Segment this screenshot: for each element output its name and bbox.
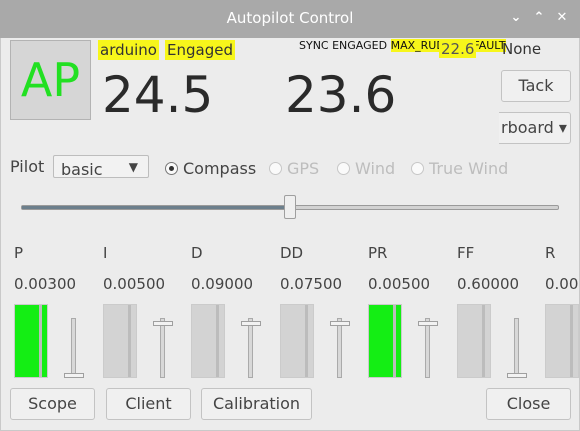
- gain-i-slider-handle[interactable]: [153, 321, 173, 326]
- gain-pr-gauge-mark: [393, 305, 396, 377]
- radio-gps: GPS: [269, 159, 319, 178]
- radio-circle-icon: [337, 162, 350, 175]
- radio-circle-icon: [269, 162, 282, 175]
- gain-pr-gauge: [368, 304, 402, 378]
- gain-d-gauge-mark: [216, 305, 219, 377]
- servo-status: arduino: [98, 40, 159, 60]
- dropdown-arrow-icon: ▼: [128, 160, 138, 174]
- pilot-select[interactable]: basic ▼: [53, 155, 149, 178]
- gain-dd-slider[interactable]: [337, 318, 342, 378]
- servo-flags-text: SYNC ENGAGED: [299, 39, 388, 52]
- gain-i-gauge-mark: [128, 305, 131, 377]
- gain-i-label: I: [103, 244, 108, 262]
- heading-command: 23.6: [285, 66, 397, 124]
- gain-ff-gauge-mark: [482, 305, 485, 377]
- heading-actual: 24.5: [102, 66, 214, 124]
- calibration-button[interactable]: Calibration: [201, 388, 312, 420]
- rudder-none-label: None: [502, 40, 542, 58]
- radio-compass[interactable]: Compass: [165, 159, 256, 178]
- radio-label: True Wind: [429, 159, 509, 178]
- pilot-select-value: basic: [61, 160, 103, 178]
- title-bar: Autopilot Control ⌄ ⌃ ✕: [0, 0, 580, 38]
- gain-d-slider[interactable]: [248, 318, 253, 378]
- heading-slider-handle[interactable]: [284, 195, 296, 219]
- gain-d-slider-handle[interactable]: [241, 321, 261, 326]
- gain-dd-label: DD: [280, 244, 304, 262]
- radio-circle-icon: [411, 162, 424, 175]
- gain-r-label: R: [545, 244, 556, 262]
- client-button[interactable]: Client: [106, 388, 191, 420]
- gain-pr-slider[interactable]: [425, 318, 430, 378]
- tack-button[interactable]: Tack: [501, 70, 571, 102]
- gain-p-gauge: [14, 304, 48, 378]
- gain-dd-gauge: [280, 304, 314, 378]
- gain-d-value: 0.09000: [191, 275, 254, 293]
- gain-p-gauge-fill: [15, 305, 47, 377]
- gain-r-gauge-mark: [570, 305, 573, 377]
- gain-i-value: 0.00500: [103, 275, 166, 293]
- gain-dd-gauge-mark: [305, 305, 308, 377]
- gain-pr-label: PR: [368, 244, 388, 262]
- radio-label: Wind: [355, 159, 396, 178]
- slider-fill: [22, 206, 291, 209]
- gain-p-value: 0.00300: [14, 275, 77, 293]
- gain-ff-slider-handle[interactable]: [507, 373, 527, 378]
- gain-d-label: D: [191, 244, 203, 262]
- gain-p-label: P: [14, 244, 24, 262]
- gain-dd-value: 0.07500: [280, 275, 343, 293]
- gain-pr-gauge-fill: [369, 305, 401, 377]
- gain-p-slider-handle[interactable]: [64, 373, 84, 378]
- gain-p-slider[interactable]: [71, 318, 76, 378]
- ap-engage-button[interactable]: AP: [10, 40, 91, 120]
- autopilot-panel: AP arduino Engaged SYNC ENGAGED MAX_RUDD…: [0, 38, 580, 431]
- gain-d-gauge: [191, 304, 225, 378]
- gain-ff-value: 0.60000: [457, 275, 520, 293]
- pilot-label: Pilot: [10, 157, 45, 176]
- rudder-angle: 22.6: [439, 40, 477, 58]
- gain-pr-value: 0.00500: [368, 275, 431, 293]
- gain-ff-gauge: [457, 304, 491, 378]
- gain-ff-label: FF: [457, 244, 475, 262]
- window-title: Autopilot Control: [226, 9, 354, 27]
- radio-circle-icon: [165, 162, 178, 175]
- gain-p-gauge-mark: [39, 305, 42, 377]
- radio-wind: Wind: [337, 159, 395, 178]
- gain-pr-slider-handle[interactable]: [418, 321, 438, 326]
- gain-dd-slider-handle[interactable]: [330, 321, 350, 326]
- close-window-icon[interactable]: ✕: [553, 8, 571, 28]
- radio-true-wind: True Wind: [411, 159, 508, 178]
- gain-ff-slider[interactable]: [514, 318, 519, 378]
- close-button[interactable]: Close: [486, 388, 571, 420]
- scope-button[interactable]: Scope: [10, 388, 95, 420]
- gain-r-gauge: [545, 304, 579, 378]
- radio-label: GPS: [287, 159, 320, 178]
- tack-direction-select[interactable]: rboard ▾: [499, 112, 571, 144]
- minimize-icon[interactable]: ⌄: [507, 8, 525, 28]
- gain-i-slider[interactable]: [160, 318, 165, 378]
- maximize-icon[interactable]: ⌃: [530, 8, 548, 28]
- gain-r-value: 0.00: [545, 275, 579, 293]
- gain-i-gauge: [103, 304, 137, 378]
- radio-label: Compass: [183, 159, 257, 178]
- engaged-status: Engaged: [165, 40, 235, 60]
